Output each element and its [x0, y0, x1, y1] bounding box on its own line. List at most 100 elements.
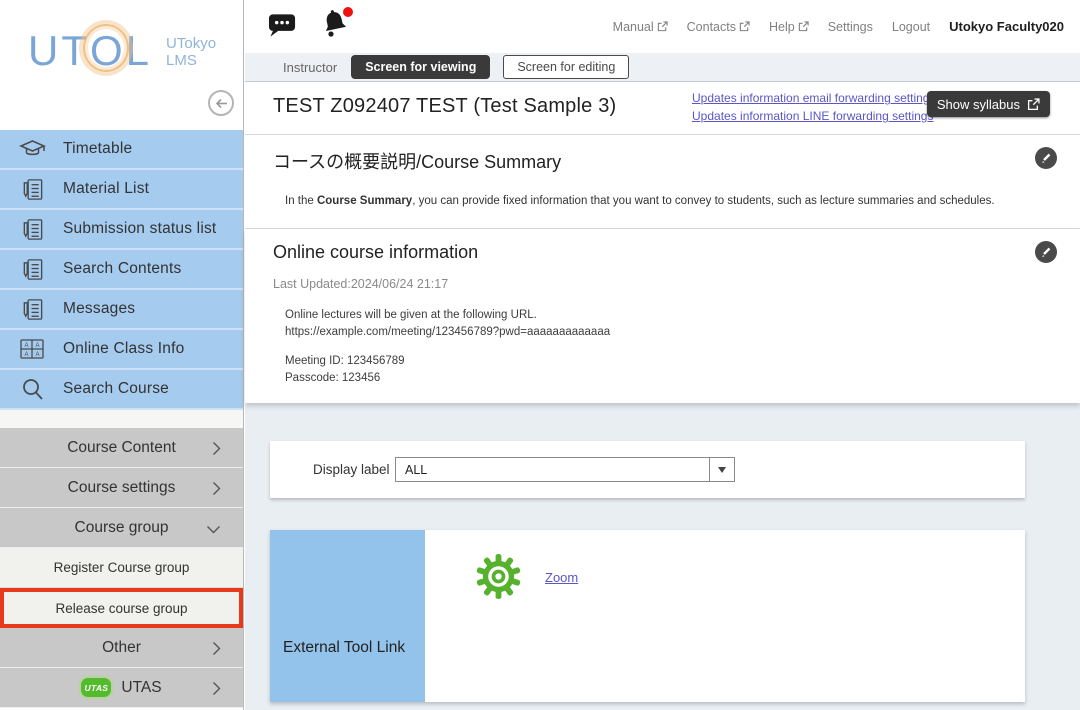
chevron-down-icon	[206, 525, 221, 534]
user-name: Utokyo Faculty020	[949, 19, 1064, 34]
document-pen-icon	[17, 177, 47, 202]
external-tool-category-label: External Tool Link	[283, 639, 405, 657]
document-pen-icon	[17, 257, 47, 282]
online-course-info-body: Online lectures will be given at the fol…	[285, 307, 610, 387]
display-label-panel: Display label ALL	[270, 441, 1025, 498]
edit-summary-button[interactable]	[1035, 147, 1057, 169]
logo-area: UTOL UTokyo LMS	[0, 0, 243, 130]
online-course-info-section: Online course information Last Updated:2…	[245, 229, 1080, 403]
class-grid-icon: AAAA	[17, 338, 47, 360]
role-bar: Instructor Screen for viewing Screen for…	[245, 53, 1080, 82]
selected-label-value: ALL	[396, 463, 709, 477]
svg-text:A: A	[25, 343, 29, 349]
course-summary-description: In the Course Summary, you can provide f…	[285, 195, 995, 207]
main-content: Manual Contacts Help Settings Logout Uto…	[245, 0, 1080, 710]
gear-icon	[475, 553, 522, 600]
document-pen-icon	[17, 297, 47, 322]
external-link-icon	[657, 21, 668, 32]
sidebar-item-online-class-info[interactable]: AAAA Online Class Info	[0, 330, 243, 370]
last-updated: Last Updated:2024/06/24 21:17	[273, 277, 448, 291]
caret-down-icon	[718, 467, 726, 473]
show-syllabus-button[interactable]: Show syllabus	[927, 91, 1050, 117]
role-label: Instructor	[283, 60, 337, 75]
document-pen-icon	[17, 217, 47, 242]
sidebar-item-label: Submission status list	[63, 220, 216, 238]
external-tool-category-panel: External Tool Link	[270, 530, 425, 702]
display-label-select[interactable]: ALL	[395, 457, 735, 482]
sidebar-group-course-settings[interactable]: Course settings	[0, 468, 243, 508]
svg-text:A: A	[36, 352, 40, 358]
external-link-icon	[798, 21, 809, 32]
logout-link[interactable]: Logout	[892, 20, 930, 34]
sidebar-item-label: Material List	[63, 180, 149, 198]
sidebar-item-search-contents[interactable]: Search Contents	[0, 250, 243, 290]
sidebar-group-course-content[interactable]: Course Content	[0, 428, 243, 468]
edit-online-info-button[interactable]	[1035, 241, 1057, 263]
external-tool-card: External Tool Link	[270, 530, 1025, 702]
sidebar-group-other[interactable]: Other	[0, 628, 243, 668]
utol-logo: UTOL UTokyo LMS	[28, 30, 216, 72]
logo-text: UT	[28, 27, 90, 74]
sidebar-item-search-course[interactable]: Search Course	[0, 370, 243, 410]
meeting-id: Meeting ID: 123456789	[285, 353, 610, 370]
chat-bubble-icon[interactable]	[268, 13, 297, 39]
sidebar-item-label: Timetable	[63, 140, 132, 158]
course-summary-section: コースの概要説明/Course Summary In the Course Su…	[245, 135, 1080, 229]
zoom-tool-link[interactable]: Zoom	[545, 570, 578, 585]
sidebar-item-label: Search Course	[63, 380, 169, 398]
sidebar-item-messages[interactable]: Messages	[0, 290, 243, 330]
notification-badge	[343, 7, 353, 17]
chevron-right-icon	[212, 681, 221, 696]
course-title: TEST Z092407 TEST (Test Sample 3)	[273, 95, 616, 118]
sidebar-collapse-button[interactable]	[208, 90, 234, 116]
sidebar: UTOL UTokyo LMS Timetable Mat	[0, 0, 244, 710]
line-forwarding-settings-link[interactable]: Updates information LINE forwarding sett…	[692, 109, 935, 123]
contacts-link[interactable]: Contacts	[687, 20, 750, 34]
sidebar-item-submission-status[interactable]: Submission status list	[0, 210, 243, 250]
utas-logo-icon: UTAS	[81, 678, 111, 697]
arrow-left-icon	[215, 98, 228, 109]
graduation-cap-icon	[17, 138, 47, 160]
sidebar-item-timetable[interactable]: Timetable	[0, 130, 243, 170]
sidebar-group-course-group[interactable]: Course group	[0, 508, 243, 548]
sidebar-group-utas[interactable]: UTAS UTAS	[0, 668, 243, 708]
svg-text:A: A	[36, 343, 40, 349]
chevron-right-icon	[212, 481, 221, 496]
search-icon	[17, 377, 47, 402]
sidebar-item-label: Online Class Info	[63, 340, 184, 358]
tab-screen-for-viewing[interactable]: Screen for viewing	[351, 55, 490, 79]
top-menu: Manual Contacts Help Settings Logout Uto…	[613, 0, 1064, 53]
external-link-icon	[739, 21, 750, 32]
pencil-icon	[1040, 152, 1052, 164]
display-label-text: Display label	[313, 462, 390, 477]
online-course-info-heading: Online course information	[273, 242, 478, 263]
sidebar-item-register-course-group[interactable]: Register Course group	[0, 548, 243, 588]
logo-o-rings: O	[90, 30, 126, 72]
email-forwarding-settings-link[interactable]: Updates information email forwarding set…	[692, 91, 935, 105]
settings-link[interactable]: Settings	[828, 20, 873, 34]
utol-lms-page: UTOL UTokyo LMS Timetable Mat	[0, 0, 1080, 710]
online-info-line: Online lectures will be given at the fol…	[285, 307, 610, 324]
passcode: Passcode: 123456	[285, 370, 610, 387]
logo-tagline: UTokyo LMS	[166, 35, 216, 69]
sidebar-item-label: Messages	[63, 300, 135, 318]
meeting-url: https://example.com/meeting/123456789?pw…	[285, 324, 610, 341]
sidebar-item-release-course-group[interactable]: Release course group	[0, 588, 243, 628]
pencil-icon	[1040, 246, 1052, 258]
course-summary-heading: コースの概要説明/Course Summary	[273, 148, 561, 174]
sidebar-item-material-list[interactable]: Material List	[0, 170, 243, 210]
help-link[interactable]: Help	[769, 20, 809, 34]
top-bar: Manual Contacts Help Settings Logout Uto…	[245, 0, 1080, 53]
svg-text:A: A	[25, 352, 29, 358]
chevron-right-icon	[212, 441, 221, 456]
select-arrow-button[interactable]	[709, 458, 734, 481]
course-header: TEST Z092407 TEST (Test Sample 3) Update…	[245, 82, 1080, 135]
external-link-icon	[1027, 98, 1040, 111]
sidebar-item-label: Search Contents	[63, 260, 181, 278]
updates-links: Updates information email forwarding set…	[692, 91, 935, 123]
notification-bell-icon[interactable]	[319, 8, 351, 40]
chevron-right-icon	[212, 641, 221, 656]
tab-screen-for-editing[interactable]: Screen for editing	[503, 55, 629, 79]
sidebar-spacer	[0, 410, 243, 428]
manual-link[interactable]: Manual	[613, 20, 668, 34]
